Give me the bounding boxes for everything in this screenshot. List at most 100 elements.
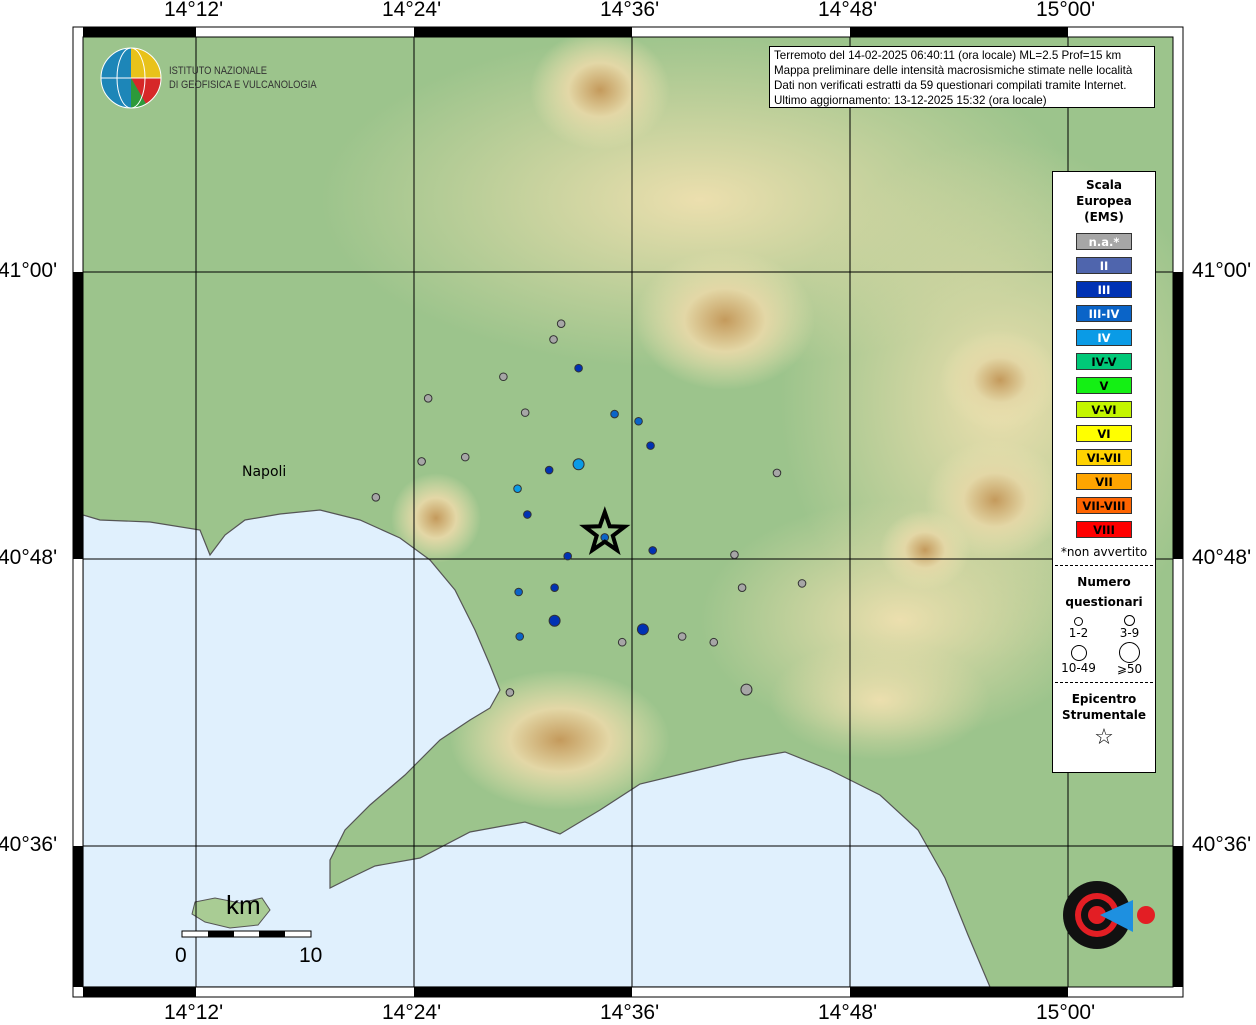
lon-tick-top-1: 14°12' [164, 0, 224, 21]
observation-point [548, 614, 561, 627]
ingv-logo-globe [100, 47, 162, 109]
count-label: 1-2 [1068, 626, 1089, 640]
observation-point [610, 409, 619, 419]
lon-tick-bottom-3: 14°36' [600, 1001, 660, 1024]
legend-title-line: Europea [1076, 194, 1132, 208]
observation-point [371, 492, 381, 502]
ems-swatch-vivii: VI-VII [1076, 449, 1132, 466]
observation-point [549, 335, 558, 344]
lon-tick-top-5: 15°00' [1036, 0, 1096, 21]
ems-swatch-vi: VI [1076, 425, 1132, 442]
lon-tick-top-3: 14°36' [600, 0, 660, 21]
observation-point [417, 457, 426, 466]
observation-point [574, 363, 583, 373]
lon-tick-top-2: 14°24' [382, 0, 442, 21]
count-label: ⩾50 [1116, 662, 1143, 676]
observation-point [646, 441, 655, 450]
observation-point [550, 583, 559, 593]
ems-swatch-vii: VII [1076, 473, 1132, 490]
scale-bar [181, 930, 312, 938]
count-1-2: 1-2 [1053, 614, 1104, 640]
ems-swatch-iiiiv: III-IV [1076, 305, 1132, 322]
observation-point [617, 637, 627, 647]
event-info-box: Terremoto del 14-02-2025 06:40:11 (ora l… [769, 46, 1155, 108]
observation-point [730, 550, 739, 559]
ingv-line2: DI GEOFISICA E VULCANOLOGIA [169, 79, 317, 91]
info-line-3: Dati non verificati estratti da 59 quest… [774, 79, 1127, 92]
info-line-2: Mappa preliminare delle intensità macros… [774, 64, 1133, 77]
observation-point [523, 510, 532, 519]
lon-tick-bottom-4: 14°48' [818, 1001, 878, 1024]
ems-swatch-iv: IV [1076, 329, 1132, 346]
count-title: Numero questionari [1053, 572, 1155, 612]
observation-point [677, 632, 687, 641]
observation-point [740, 683, 753, 696]
legend-title-line: Scala [1085, 178, 1123, 192]
epicenter-title-line: Strumentale [1061, 708, 1147, 722]
observation-point [709, 637, 719, 647]
lat-tick-left-1: 41°00' [0, 259, 58, 282]
lon-tick-top-4: 14°48' [818, 0, 878, 21]
lon-tick-bottom-5: 15°00' [1036, 1001, 1096, 1024]
ems-swatch-vvi: V-VI [1076, 401, 1132, 418]
observation-point [737, 583, 747, 593]
lon-tick-bottom-1: 14°12' [164, 1001, 224, 1024]
observation-point [520, 408, 530, 417]
count-label: 3-9 [1119, 626, 1140, 640]
count-title-line: questionari [1065, 595, 1143, 609]
ems-swatch-ivv: IV-V [1076, 353, 1132, 370]
observation-point [634, 416, 643, 426]
observation-point [797, 579, 807, 588]
lat-tick-left-2: 40°48' [0, 546, 58, 569]
legend-title: Scala Europea (EMS) [1053, 177, 1155, 225]
observation-point [636, 623, 649, 636]
legend-title-line: (EMS) [1084, 210, 1124, 224]
observation-point [648, 546, 658, 555]
legend: Scala Europea (EMS) n.a.* II III III-IV IV IV… [1052, 171, 1156, 773]
ems-swatch-iii: III [1076, 281, 1132, 298]
ems-swatch-na: n.a.* [1076, 233, 1132, 250]
observation-point [515, 632, 525, 641]
observation-point [544, 465, 554, 475]
observation-point [572, 458, 585, 471]
legend-divider [1055, 682, 1153, 683]
info-line-1: Terremoto del 14-02-2025 06:40:11 (ora l… [774, 49, 1122, 62]
count-3-9: 3-9 [1104, 614, 1155, 640]
count-title-line: Numero [1077, 575, 1131, 589]
epicenter-title: Epicentro Strumentale [1053, 691, 1155, 723]
observation-point [556, 319, 566, 328]
observation-point [423, 393, 433, 403]
observation-point [514, 587, 523, 597]
scale-unit: km [226, 890, 261, 920]
count-10-49: 10-49 [1053, 640, 1104, 676]
info-line-4: Ultimo aggiornamento: 13-12-2025 15:32 (… [774, 94, 1047, 107]
observation-point [772, 468, 782, 478]
ems-swatch-viii: VIII [1076, 521, 1132, 538]
epicenter-title-line: Epicentro [1071, 692, 1137, 706]
place-label-napoli: Napoli [242, 464, 287, 480]
ems-scale: n.a.* II III III-IV IV IV-V V V-VI VI VI-VII VII VI… [1053, 233, 1155, 538]
count-label: 10-49 [1061, 661, 1096, 675]
observation-point [460, 452, 470, 462]
observation-point [499, 372, 508, 382]
observation-point [513, 484, 522, 493]
legend-footnote: *non avvertito [1060, 545, 1148, 559]
count-size-legend: 1-2 3-9 10-49 ⩾50 [1053, 614, 1155, 676]
scale-min: 0 [175, 944, 187, 967]
terrain [83, 37, 1173, 987]
ems-swatch-v: V [1076, 377, 1132, 394]
lat-tick-right-3: 40°36' [1192, 833, 1252, 856]
lat-tick-right-1: 41°00' [1192, 259, 1252, 282]
star-icon: ☆ [1094, 725, 1114, 750]
ems-swatch-ii: II [1076, 257, 1132, 274]
lat-tick-right-2: 40°48' [1192, 546, 1252, 569]
count-50-plus: ⩾50 [1104, 640, 1155, 676]
ingv-line1: ISTITUTO NAZIONALE [169, 65, 268, 77]
ems-swatch-viiviii: VII-VIII [1076, 497, 1132, 514]
observation-point [563, 551, 572, 561]
observation-point [505, 688, 515, 697]
lat-tick-left-3: 40°36' [0, 833, 58, 856]
ingv-logo-text: ISTITUTO NAZIONALE DI GEOFISICA E VULCAN… [169, 64, 317, 92]
legend-divider [1055, 565, 1153, 566]
lon-tick-bottom-2: 14°24' [382, 1001, 442, 1024]
